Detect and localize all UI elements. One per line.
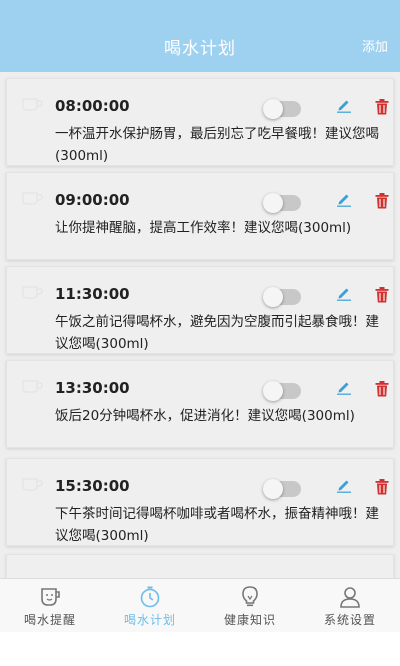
edit-icon[interactable]: [336, 285, 352, 301]
delete-icon[interactable]: [375, 381, 389, 397]
cup-icon: [22, 98, 43, 111]
plan-card: 13:30:00 饭后20分钟喝杯水，促进消化！建议您喝(300ml): [6, 360, 394, 448]
plan-time: 09:00:00: [55, 191, 130, 209]
toggle-knob: [263, 193, 283, 213]
plan-message: 一杯温开水保护肠胃，最后别忘了吃早餐哦！建议您喝(300ml): [55, 126, 379, 164]
toggle-knob: [263, 381, 283, 401]
edit-icon[interactable]: [336, 477, 352, 493]
user-icon: [340, 587, 360, 608]
plan-card: [6, 554, 394, 578]
plan-message: 饭后20分钟喝杯水，促进消化！建议您喝(300ml): [55, 408, 355, 424]
tab-plan[interactable]: 喝水计划: [100, 579, 200, 633]
plan-message: 让你提神醒脑，提高工作效率！建议您喝(300ml): [55, 220, 352, 236]
cup-icon: [22, 192, 43, 205]
bottom-tab-bar: 喝水提醒 喝水计划 健康知识 系统设置: [0, 578, 400, 632]
plan-card: 08:00:00 一杯温开水保护肠胃，最后别忘了吃早餐哦！建议您喝(300ml): [6, 78, 394, 166]
tab-label: 喝水计划: [123, 613, 176, 627]
plan-toggle[interactable]: [263, 479, 301, 499]
delete-icon[interactable]: [375, 193, 389, 209]
plan-time: 13:30:00: [55, 379, 130, 397]
plan-time: 15:30:00: [55, 477, 130, 495]
tab-label: 健康知识: [223, 613, 276, 627]
tab-health[interactable]: 健康知识: [200, 579, 300, 633]
tab-reminder[interactable]: 喝水提醒: [0, 579, 100, 633]
plan-card: 15:30:00 下午茶时间记得喝杯咖啡或者喝杯水，振奋精神哦！建议您喝(300…: [6, 458, 394, 546]
delete-icon[interactable]: [375, 479, 389, 495]
plan-card: 09:00:00 让你提神醒脑，提高工作效率！建议您喝(300ml): [6, 172, 394, 260]
delete-icon[interactable]: [375, 99, 389, 115]
cup-icon: [41, 588, 60, 606]
cup-icon: [22, 478, 43, 491]
cup-icon: [22, 286, 43, 299]
plan-toggle[interactable]: [263, 193, 301, 213]
add-button[interactable]: 添加: [362, 36, 388, 55]
delete-icon[interactable]: [375, 287, 389, 303]
toggle-knob: [263, 99, 283, 119]
tab-settings[interactable]: 系统设置: [300, 579, 400, 633]
plan-list[interactable]: 08:00:00 一杯温开水保护肠胃，最后别忘了吃早餐哦！建议您喝(300ml)…: [0, 72, 400, 578]
plan-time: 08:00:00: [55, 97, 130, 115]
tab-label: 喝水提醒: [23, 613, 76, 627]
timer-icon: [140, 586, 160, 608]
cup-icon: [22, 380, 43, 393]
page-title: 喝水计划: [164, 39, 236, 59]
plan-time: 11:30:00: [55, 285, 130, 303]
app-header: 喝水计划 添加: [0, 0, 400, 72]
edit-icon[interactable]: [336, 97, 352, 113]
plan-message: 午饭之前记得喝杯水，避免因为空腹而引起暴食哦！建议您喝(300ml): [55, 314, 379, 352]
bottom-area: [0, 632, 400, 666]
edit-icon[interactable]: [336, 191, 352, 207]
toggle-knob: [263, 479, 283, 499]
plan-toggle[interactable]: [263, 287, 301, 307]
plan-card: 11:30:00 午饭之前记得喝杯水，避免因为空腹而引起暴食哦！建议您喝(300…: [6, 266, 394, 354]
tab-label: 系统设置: [323, 613, 376, 627]
lightbulb-icon: [242, 586, 258, 607]
plan-message: 下午茶时间记得喝杯咖啡或者喝杯水，振奋精神哦！建议您喝(300ml): [55, 506, 379, 544]
toggle-knob: [263, 287, 283, 307]
plan-toggle[interactable]: [263, 381, 301, 401]
edit-icon[interactable]: [336, 379, 352, 395]
plan-toggle[interactable]: [263, 99, 301, 119]
